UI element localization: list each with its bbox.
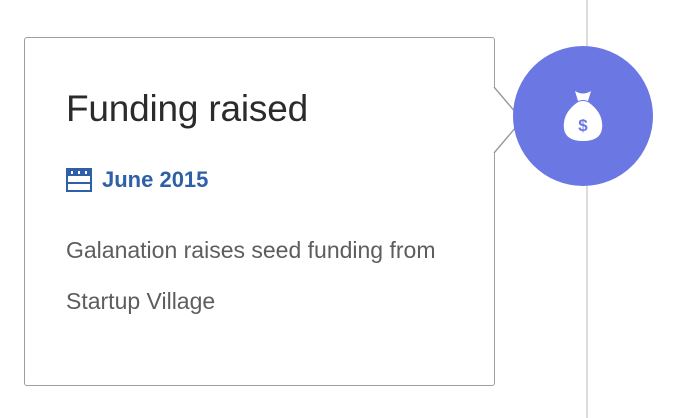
svg-text:$: $ xyxy=(578,116,588,135)
event-title: Funding raised xyxy=(66,88,308,129)
timeline-event-card: Funding raised June 2015 Galanation rais… xyxy=(24,37,495,386)
event-icon-badge: $ xyxy=(513,46,653,186)
event-date: June 2015 xyxy=(102,167,209,192)
event-date-row: June 2015 xyxy=(66,165,208,195)
timeline: Funding raised June 2015 Galanation rais… xyxy=(0,0,680,418)
event-description: Galanation raises seed funding from Star… xyxy=(66,237,436,314)
moneybag-icon: $ xyxy=(563,91,603,141)
calendar-icon xyxy=(66,168,92,192)
